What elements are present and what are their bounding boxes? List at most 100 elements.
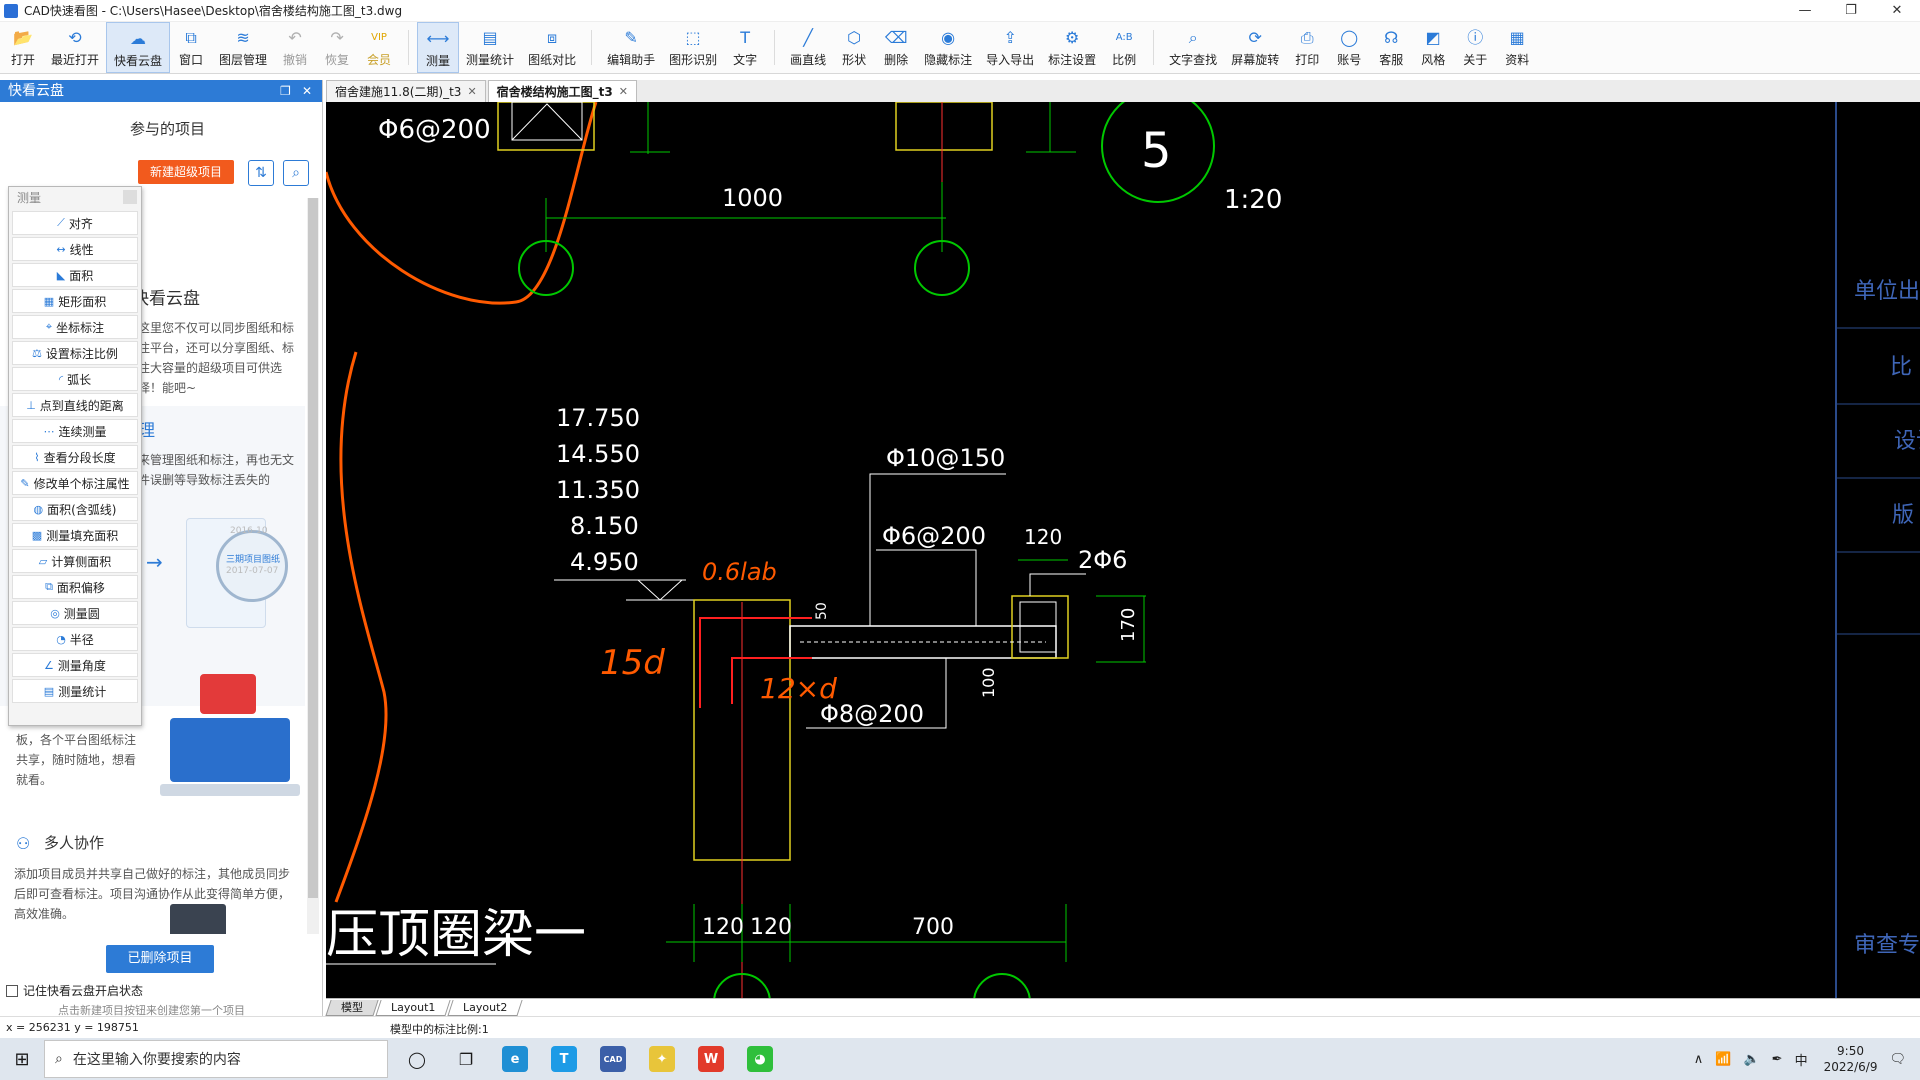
measure-menu-item[interactable]: ⟋ 对齐 xyxy=(12,211,138,235)
toolbar-measure-stats-button[interactable]: ▤ 测量统计 xyxy=(459,22,521,73)
measure-menu-item[interactable]: ✎ 修改单个标注属性 xyxy=(12,471,138,495)
toolbar-undo-button[interactable]: ↶ 撤销 xyxy=(274,22,316,73)
menu-close-icon[interactable] xyxy=(123,190,137,204)
toolbar-label: 最近打开 xyxy=(51,53,100,67)
drawing-canvas[interactable]: Φ6@200 5 1:20 1000 17.750 14.550 11.350 … xyxy=(326,102,1920,998)
measure-menu-item-label: 对齐 xyxy=(68,216,93,231)
network-icon[interactable]: 📶 xyxy=(1715,1052,1731,1067)
notification-icon[interactable]: 🗨 xyxy=(1889,1052,1906,1067)
search-icon[interactable]: ⌕ xyxy=(283,160,309,186)
minimize-button[interactable]: — xyxy=(1782,0,1828,22)
ime-indicator[interactable]: 中 xyxy=(1795,1050,1808,1069)
toolbar-hide-mark-button[interactable]: ◉ 隐藏标注 xyxy=(917,22,979,73)
toolbar-resources-button[interactable]: ▦ 资料 xyxy=(1496,22,1538,73)
measure-menu-item[interactable]: ▦ 矩形面积 xyxy=(12,289,138,313)
wps-icon[interactable]: W xyxy=(691,1039,731,1079)
deleted-projects-button[interactable]: 已删除项目 xyxy=(106,945,214,973)
measure-menu-item[interactable]: ⌇ 查看分段长度 xyxy=(12,445,138,469)
measure-menu-item[interactable]: ◍ 面积(含弧线) xyxy=(12,497,138,521)
toolbar-ratio-button[interactable]: A:B 比例 xyxy=(1103,22,1145,73)
toolbar-redo-button[interactable]: ↷ 恢复 xyxy=(316,22,358,73)
sync-icon[interactable]: ⇅ xyxy=(248,160,274,186)
task-view-icon[interactable]: ❐ xyxy=(446,1039,486,1079)
measure-menu-item[interactable]: ▱ 计算侧面积 xyxy=(12,549,138,573)
new-super-project-button[interactable]: 新建超级项目 xyxy=(138,160,234,184)
pen-icon[interactable]: ✒ xyxy=(1772,1052,1783,1067)
lightbulb-app-icon[interactable]: ✦ xyxy=(642,1039,682,1079)
toolbar-layers-button[interactable]: ≋ 图层管理 xyxy=(212,22,274,73)
point-line-icon: ⊥ xyxy=(26,398,36,412)
measure-menu-item[interactable]: ⌖ 坐标标注 xyxy=(12,315,138,339)
close-button[interactable]: ✕ xyxy=(1874,0,1920,22)
cortana-icon[interactable]: ◯ xyxy=(397,1039,437,1079)
measure-menu-item[interactable]: ↔ 线性 xyxy=(12,237,138,261)
measure-menu-item[interactable]: ⋯ 连续测量 xyxy=(12,419,138,443)
measure-menu-item[interactable]: ⧉ 面积偏移 xyxy=(12,575,138,599)
toolbar-delete-button[interactable]: ⌫ 删除 xyxy=(875,22,917,73)
measure-menu-item[interactable]: ◜ 弧长 xyxy=(12,367,138,391)
tray-chevron-icon[interactable]: ∧ xyxy=(1694,1052,1704,1067)
toolbar-open-button[interactable]: 📂 打开 xyxy=(2,22,44,73)
toolbar-vip-button[interactable]: VIP 会员 xyxy=(358,22,400,73)
panel-float-icon[interactable]: ❐ xyxy=(280,80,291,102)
panel-scrollbar[interactable] xyxy=(307,198,319,934)
toolbar-about-button[interactable]: ⓘ 关于 xyxy=(1454,22,1496,73)
layout-tab-model[interactable]: 模型 xyxy=(325,999,379,1016)
measure-menu-item[interactable]: ∠ 测量角度 xyxy=(12,653,138,677)
measure-menu-item[interactable]: ⊥ 点到直线的距离 xyxy=(12,393,138,417)
measure-menu-item-label: 计算侧面积 xyxy=(51,554,112,569)
measure-menu-item[interactable]: ◔ 半径 xyxy=(12,627,138,651)
panel-close-icon[interactable]: ✕ xyxy=(302,80,312,102)
wechat-icon[interactable]: ◕ xyxy=(740,1039,780,1079)
toolbar-window-button[interactable]: ⧉ 窗口 xyxy=(170,22,212,73)
toolbar-text-button[interactable]: T 文字 xyxy=(724,22,766,73)
clock[interactable]: 9:50 2022/6/9 xyxy=(1824,1043,1878,1075)
document-tab[interactable]: 宿舍建施11.8(二期)_t3 ✕ xyxy=(326,80,486,102)
taskbar-search-box[interactable]: ⌕ 在这里输入你要搜索的内容 xyxy=(44,1040,388,1078)
volume-icon[interactable]: 🔈 xyxy=(1743,1052,1759,1067)
toolbar-measure-button[interactable]: ⟷ 测量 xyxy=(417,22,460,73)
document-tab[interactable]: 宿舍楼结构施工图_t3 ✕ xyxy=(487,80,637,102)
measure-menu-item[interactable]: ◣ 面积 xyxy=(12,263,138,287)
scrollbar-thumb[interactable] xyxy=(308,198,318,898)
toolbar-support-button[interactable]: ☊ 客服 xyxy=(1370,22,1412,73)
restore-button[interactable]: ❐ xyxy=(1828,0,1874,22)
toolbar-print-button[interactable]: ⎙ 打印 xyxy=(1286,22,1328,73)
cloud-panel-title: 快看云盘 xyxy=(8,83,64,99)
toolbar-account-button[interactable]: ◯ 账号 xyxy=(1328,22,1370,73)
toolbar-import-export-button[interactable]: ⇪ 导入导出 xyxy=(979,22,1041,73)
measure-menu-item-label: 弧长 xyxy=(67,372,92,387)
toolbar-compare-button[interactable]: ⧈ 图纸对比 xyxy=(521,22,583,73)
layout-tab-layout1[interactable]: Layout1 xyxy=(375,999,452,1016)
measure-menu-item[interactable]: ⚖ 设置标注比例 xyxy=(12,341,138,365)
toolbar-rotate-screen-button[interactable]: ⟳ 屏幕旋转 xyxy=(1224,22,1286,73)
tab-close-icon[interactable]: ✕ xyxy=(467,82,476,102)
system-tray: ∧ 📶 🔈 ✒ 中 9:50 2022/6/9 🗨 xyxy=(1694,1038,1920,1080)
toolbar-line-button[interactable]: ╱ 画直线 xyxy=(783,22,833,73)
toolbar-shape-button[interactable]: ⬡ 形状 xyxy=(833,22,875,73)
remember-state-checkbox[interactable]: 记住快看云盘开启状态 xyxy=(6,982,143,999)
eraser-icon: ⌫ xyxy=(884,28,908,47)
tab-close-icon[interactable]: ✕ xyxy=(619,82,628,102)
toolbar-text-search-button[interactable]: ⌕ 文字查找 xyxy=(1162,22,1224,73)
segment-icon: ⌇ xyxy=(34,450,40,464)
toolbar-cloud-button[interactable]: ☁ 快看云盘 xyxy=(106,22,171,73)
app-glyph: e xyxy=(502,1046,528,1072)
toolbar-label: 风格 xyxy=(1421,53,1446,67)
toolbar-edit-helper-button[interactable]: ✎ 编辑助手 xyxy=(600,22,662,73)
edge-icon[interactable]: e xyxy=(495,1039,535,1079)
measure-menu-item[interactable]: ▤ 测量统计 xyxy=(12,679,138,703)
toolbar-recent-button[interactable]: ⟲ 最近打开 xyxy=(44,22,106,73)
cad-app-icon[interactable]: CAD xyxy=(593,1039,633,1079)
measure-menu-item[interactable]: ◎ 测量圆 xyxy=(12,601,138,625)
toolbar-shape-recog-button[interactable]: ⬚ 图形识别 xyxy=(662,22,724,73)
toolbar-style-button[interactable]: ◩ 风格 xyxy=(1412,22,1454,73)
layout-tab-layout2[interactable]: Layout2 xyxy=(447,999,524,1016)
app-glyph: CAD xyxy=(600,1046,626,1072)
checkbox-box[interactable] xyxy=(6,984,18,997)
windows-start-icon[interactable]: ⊞ xyxy=(0,1049,44,1070)
toolbar-mark-settings-button[interactable]: ⚙ 标注设置 xyxy=(1041,22,1103,73)
measure-menu-item[interactable]: ▩ 测量填充面积 xyxy=(12,523,138,547)
t-app-icon[interactable]: T xyxy=(544,1039,584,1079)
title-block-review: 审查专用 xyxy=(1854,933,1920,958)
